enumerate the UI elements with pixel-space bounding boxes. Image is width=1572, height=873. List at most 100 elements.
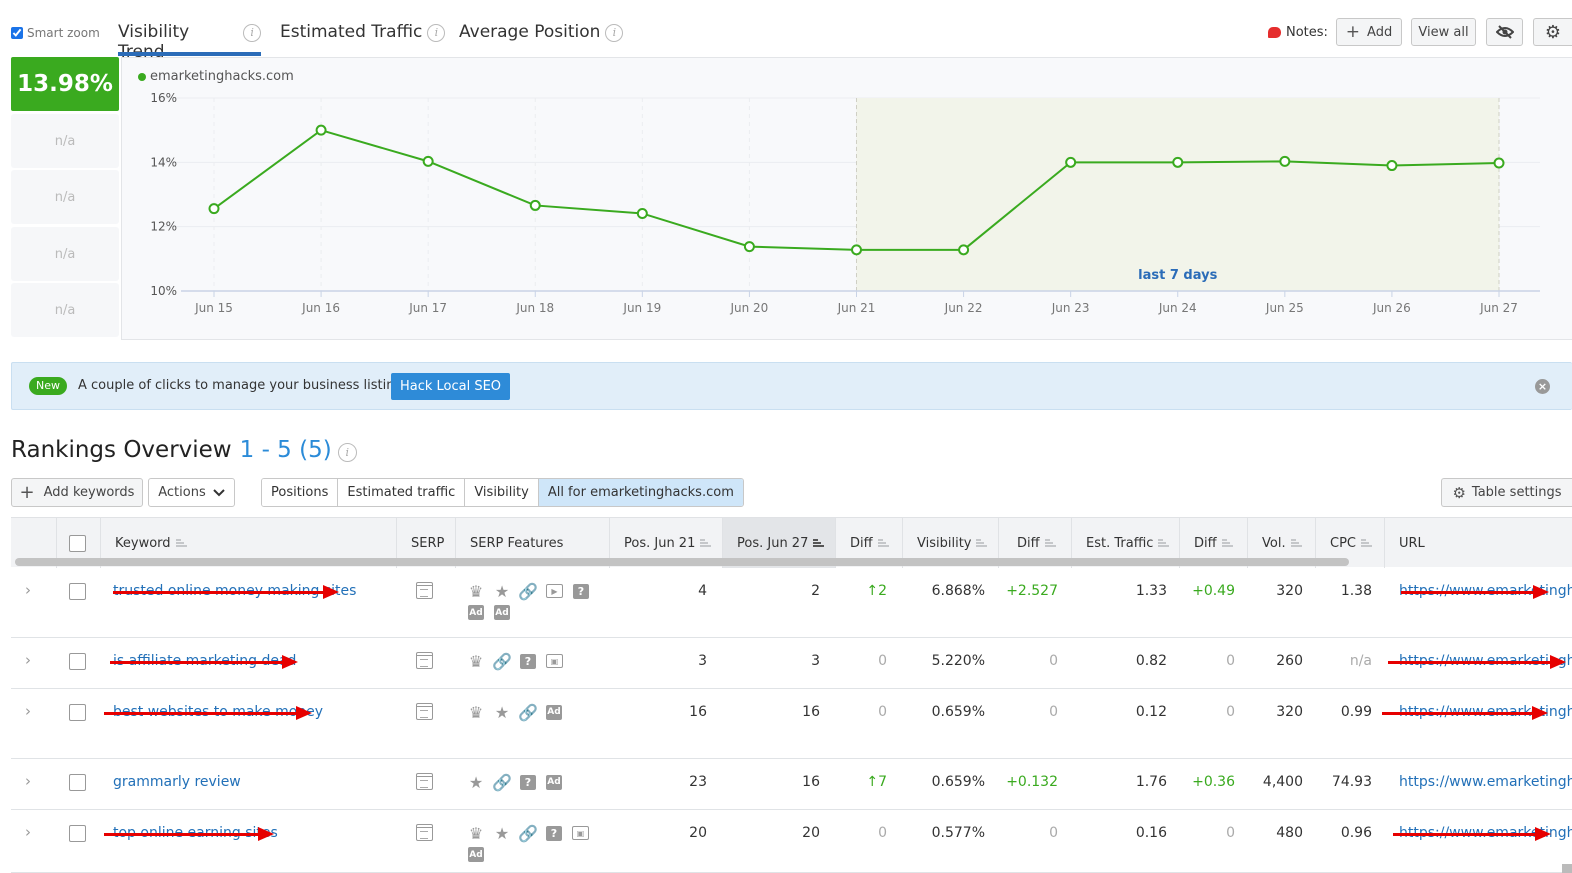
url-link[interactable]: https://www.emarketinghacks.com bbox=[1399, 774, 1572, 790]
star-icon: ★ bbox=[468, 772, 484, 792]
redaction-arrow bbox=[1382, 706, 1548, 720]
est-traffic: 1.76 bbox=[1135, 774, 1167, 790]
vertical-scrollbar[interactable] bbox=[1562, 864, 1572, 873]
redaction-arrow bbox=[104, 706, 312, 720]
pos-diff: 0 bbox=[878, 825, 887, 841]
segment-positions[interactable]: Positions bbox=[262, 479, 339, 506]
keyword-link[interactable]: grammarly review bbox=[113, 774, 241, 790]
info-icon[interactable]: i bbox=[337, 443, 357, 462]
cpc: n/a bbox=[1349, 653, 1372, 669]
data-point bbox=[1493, 157, 1505, 169]
close-banner-icon[interactable]: × bbox=[1535, 379, 1550, 394]
data-point bbox=[422, 155, 434, 167]
x-tick-label: Jun 17 bbox=[408, 301, 447, 315]
serp-features: ♛ ★ 🔗? ▣ Ad bbox=[466, 823, 597, 862]
traffic-diff: +0.49 bbox=[1192, 583, 1235, 599]
row-checkbox[interactable] bbox=[69, 653, 86, 670]
segment-estimated-traffic[interactable]: Estimated traffic bbox=[338, 479, 466, 506]
expand-row-icon[interactable]: › bbox=[25, 581, 31, 599]
traffic-diff: 0 bbox=[1226, 704, 1235, 720]
y-tick-label: 12% bbox=[150, 220, 177, 234]
visibility-value: 6.868% bbox=[931, 583, 985, 599]
sort-icon bbox=[1290, 538, 1302, 548]
row-checkbox[interactable] bbox=[69, 583, 86, 600]
new-badge: New bbox=[29, 377, 67, 395]
view-segments: Positions Estimated traffic Visibility A… bbox=[261, 478, 744, 507]
y-axis: 10% 12% 14% 16% bbox=[150, 91, 177, 298]
x-tick-label: Jun 26 bbox=[1372, 301, 1411, 315]
x-axis: Jun 15 Jun 16 Jun 17 Jun 18 Jun 19 Jun 20 Jun … bbox=[181, 290, 1540, 315]
table-row[interactable]: › trusted online money making sites ♛★🔗▶… bbox=[11, 568, 1572, 638]
x-tick-label: Jun 23 bbox=[1051, 301, 1090, 315]
redaction-arrow bbox=[1388, 655, 1566, 669]
serp-features: ★ 🔗? Ad bbox=[466, 772, 570, 792]
sort-icon bbox=[1044, 538, 1056, 548]
serp-snapshot-icon[interactable] bbox=[416, 582, 433, 599]
expand-row-icon[interactable]: › bbox=[25, 702, 31, 720]
table-settings-button[interactable]: ⚙ Table settings bbox=[1441, 478, 1572, 507]
serp-features: ♛ ★ 🔗 Ad bbox=[466, 702, 570, 722]
ad-bottom-icon: Ad bbox=[468, 847, 484, 862]
pos-diff: ↑7 bbox=[866, 774, 887, 790]
expand-row-icon[interactable]: › bbox=[25, 651, 31, 669]
segment-visibility[interactable]: Visibility bbox=[465, 479, 539, 506]
link-icon: 🔗 bbox=[518, 823, 538, 843]
visibility-diff: 0 bbox=[1049, 704, 1058, 720]
est-traffic: 0.12 bbox=[1135, 704, 1167, 720]
data-point bbox=[743, 241, 755, 253]
actions-dropdown[interactable]: Actions bbox=[148, 478, 235, 507]
question-icon: ? bbox=[546, 825, 562, 841]
link-icon: 🔗 bbox=[492, 651, 512, 671]
visibility-value: 0.659% bbox=[931, 704, 985, 720]
chart-highlight: last 7 days bbox=[856, 98, 1500, 291]
expand-row-icon[interactable]: › bbox=[25, 823, 31, 841]
image-icon: ▣ bbox=[572, 826, 589, 840]
pos-jun21: 4 bbox=[698, 583, 707, 599]
row-checkbox[interactable] bbox=[69, 825, 86, 842]
serp-snapshot-icon[interactable] bbox=[416, 824, 433, 841]
serp-snapshot-icon[interactable] bbox=[416, 703, 433, 720]
row-checkbox[interactable] bbox=[69, 774, 86, 791]
plus-icon: + bbox=[19, 482, 35, 503]
pos-diff: 0 bbox=[878, 704, 887, 720]
banner-message: A couple of clicks to manage your busine… bbox=[78, 378, 414, 393]
table-row[interactable]: › best websites to make money ♛★🔗Ad 16 1… bbox=[11, 689, 1572, 759]
data-point bbox=[1386, 160, 1398, 172]
volume: 320 bbox=[1276, 583, 1303, 599]
add-keywords-button[interactable]: + Add keywords bbox=[11, 478, 143, 507]
segment-all[interactable]: All for emarketinghacks.com bbox=[538, 479, 743, 506]
serp-snapshot-icon[interactable] bbox=[416, 652, 433, 669]
star-icon: ★ bbox=[494, 823, 510, 843]
pos-jun27: 3 bbox=[811, 653, 820, 669]
data-point bbox=[636, 207, 648, 219]
column-label: Diff bbox=[850, 535, 873, 551]
add-keywords-label: Add keywords bbox=[43, 485, 135, 500]
data-point bbox=[958, 244, 970, 256]
horizontal-scrollbar[interactable] bbox=[15, 558, 1349, 566]
visibility-chart[interactable]: last 7 days 10%12%14%16% Jun 15 Jun 16 Jun… bbox=[0, 0, 1572, 340]
hack-local-seo-button[interactable]: Hack Local SEO bbox=[391, 373, 510, 400]
row-checkbox[interactable] bbox=[69, 704, 86, 721]
data-point bbox=[1172, 156, 1184, 168]
sort-icon bbox=[1361, 538, 1372, 548]
x-tick-label: Jun 20 bbox=[729, 301, 768, 315]
table-row[interactable]: › top online earning sites ♛★🔗?▣Ad 20 20… bbox=[11, 810, 1572, 873]
table-row[interactable]: › is affiliate marketing dead ♛🔗?▣ 3 3 0… bbox=[11, 638, 1572, 689]
table-row[interactable]: › grammarly review ★ 🔗? Ad 23 16 ↑7 0.659%… bbox=[11, 759, 1572, 810]
question-icon: ? bbox=[520, 653, 536, 669]
data-point bbox=[851, 244, 862, 256]
column-label: Vol. bbox=[1262, 535, 1286, 551]
crown-icon: ♛ bbox=[468, 702, 484, 722]
y-tick-label: 10% bbox=[150, 284, 177, 298]
column-label: URL bbox=[1399, 535, 1425, 551]
pos-jun21: 16 bbox=[689, 704, 707, 720]
redaction-arrow bbox=[1393, 827, 1551, 841]
serp-snapshot-icon[interactable] bbox=[416, 773, 433, 790]
question-icon: ? bbox=[520, 774, 536, 790]
select-all-checkbox[interactable] bbox=[69, 534, 86, 552]
sort-icon bbox=[813, 538, 825, 548]
expand-row-icon[interactable]: › bbox=[25, 772, 31, 790]
highlight-region bbox=[856, 98, 1499, 291]
rankings-title: Rankings Overview 1 - 5 (5) i bbox=[11, 437, 357, 463]
visibility-diff: 0 bbox=[1049, 825, 1058, 841]
